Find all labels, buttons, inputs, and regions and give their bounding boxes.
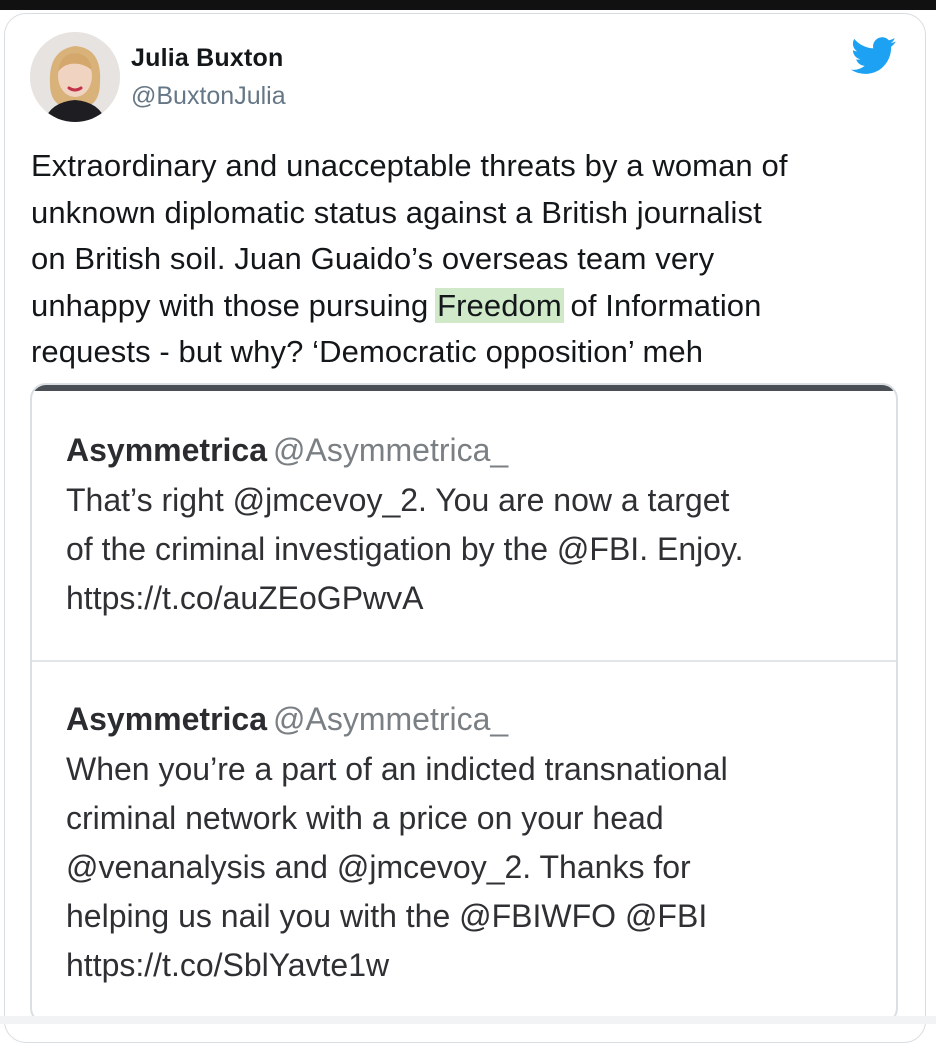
quoted-tweet-line: helping us nail you with the @FBIWFO @FB… <box>66 898 708 934</box>
attached-screenshot-image[interactable]: Asymmetrica @Asymmetrica_ That’s right @j… <box>30 383 898 1024</box>
quoted-tweet-line: That’s right @jmcevoy_2. You are now a t… <box>66 482 730 518</box>
quoted-author-handle: @Asymmetrica_ <box>273 432 509 468</box>
tweet-text: Extraordinary and unacceptable threats b… <box>31 143 911 376</box>
quoted-tweet-line: of the criminal investigation by the @FB… <box>66 531 744 567</box>
quoted-tweet-header: Asymmetrica @Asymmetrica_ <box>66 424 886 476</box>
avatar-photo-icon <box>30 32 120 122</box>
author-handle[interactable]: @BuxtonJulia <box>131 82 286 111</box>
tweet-text-line: requests - but why? ‘Democratic oppositi… <box>31 334 704 369</box>
quoted-author-name: Asymmetrica <box>66 432 267 468</box>
tweet-text-segment: of Information <box>561 287 762 323</box>
quoted-tweet-header: Asymmetrica @Asymmetrica_ <box>66 693 886 745</box>
quoted-author-name: Asymmetrica <box>66 701 267 737</box>
quoted-tweet-line: criminal network with a price on your he… <box>66 800 664 836</box>
quoted-tweet: Asymmetrica @Asymmetrica_ When you’re a p… <box>66 693 886 990</box>
top-edge-bar <box>0 0 936 10</box>
tweet-text-line: unknown diplomatic status against a Brit… <box>31 194 762 230</box>
tweet-text-line: unhappy with those pursuing Freedom of I… <box>31 283 911 330</box>
tweet-text-line: on British soil. Juan Guaido’s overseas … <box>31 241 715 276</box>
quoted-tweet-line: @venanalysis and @jmcevoy_2. Thanks for <box>66 849 691 885</box>
avatar[interactable] <box>30 32 120 122</box>
quoted-tweet-link: https://t.co/auZEoGPwvA <box>66 580 424 616</box>
screenshot-top-bar <box>32 385 896 391</box>
twitter-bird-icon[interactable] <box>851 37 897 75</box>
divider <box>32 660 896 662</box>
quoted-tweet: Asymmetrica @Asymmetrica_ That’s right @j… <box>66 424 886 623</box>
tweet-text-segment: unhappy with those pursuing <box>31 287 438 323</box>
tweet-text-line: Extraordinary and unacceptable threats b… <box>31 148 788 183</box>
bottom-edge <box>0 1016 936 1024</box>
highlighted-word: Freedom <box>435 287 564 323</box>
author-display-name[interactable]: Julia Buxton <box>131 44 283 73</box>
quoted-tweet-link: https://t.co/SblYavte1w <box>66 947 390 983</box>
quoted-tweet-line: When you’re a part of an indicted transn… <box>66 751 728 787</box>
quoted-author-handle: @Asymmetrica_ <box>273 701 509 737</box>
